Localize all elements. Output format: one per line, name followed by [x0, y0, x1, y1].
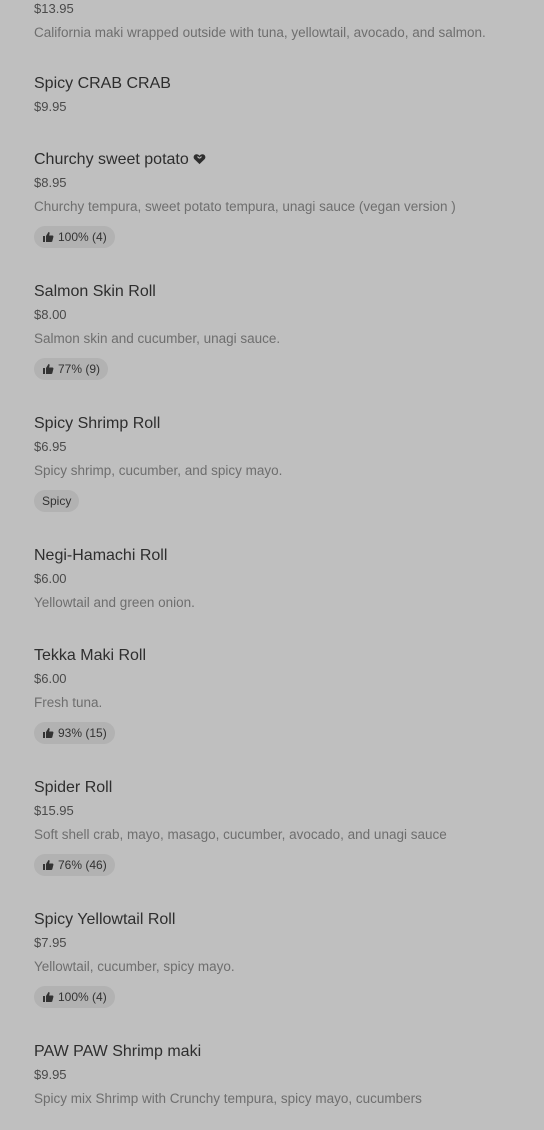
item-price: $7.95 [34, 935, 67, 950]
item-price: $6.00 [34, 671, 67, 686]
item-description: Salmon skin and cucumber, unagi sauce. [34, 331, 281, 346]
rating-text: 100% (4) [58, 990, 107, 1004]
item-price: $9.95 [34, 99, 67, 114]
item-name: Spider Roll [34, 779, 113, 796]
tag-text: Spicy [42, 494, 72, 508]
rating-text: 77% (9) [58, 362, 101, 376]
item-price: $13.95 [34, 1, 74, 16]
menu-item[interactable]: Spicy Yellowtail Roll $7.95 Yellowtail, … [34, 910, 524, 1008]
item-price: $8.95 [34, 175, 67, 190]
item-name: Spicy Shrimp Roll [34, 415, 161, 432]
menu-item[interactable]: $13.95 California maki wrapped outside w… [34, 0, 524, 42]
rating-text: 76% (46) [58, 858, 107, 872]
item-name: Spicy CRAB CRAB [34, 75, 171, 92]
item-description: Soft shell crab, mayo, masago, cucumber,… [34, 827, 447, 842]
item-description: Spicy shrimp, cucumber, and spicy mayo. [34, 463, 283, 478]
item-name: PAW PAW Shrimp maki [34, 1043, 202, 1060]
menu-item[interactable]: Churchy sweet potato $8.95 Churchy tempu… [34, 150, 524, 248]
rating-text: 100% (4) [58, 230, 107, 244]
item-price: $15.95 [34, 803, 74, 818]
rating-badge: 100% (4) [34, 226, 115, 248]
item-name-row: Churchy sweet potato [34, 150, 524, 170]
thumbs-up-icon [43, 232, 54, 242]
thumbs-up-icon [43, 992, 54, 1002]
rating-badge: 100% (4) [34, 986, 115, 1008]
rating-badge: 77% (9) [34, 358, 109, 380]
menu-item[interactable]: Spicy CRAB CRAB $9.95 [34, 74, 524, 116]
item-name: Tekka Maki Roll [34, 647, 147, 664]
rating-badge: 76% (46) [34, 854, 115, 876]
menu-item[interactable]: Tekka Maki Roll $6.00 Fresh tuna. 93% (1… [34, 646, 524, 744]
menu-item[interactable]: Spider Roll $15.95 Soft shell crab, mayo… [34, 778, 524, 876]
item-price: $8.00 [34, 307, 67, 322]
item-price: $9.95 [34, 1067, 67, 1082]
item-description: Yellowtail and green onion. [34, 595, 195, 610]
item-price: $6.95 [34, 439, 67, 454]
item-description: Spicy mix Shrimp with Crunchy tempura, s… [34, 1091, 422, 1106]
heart-icon [193, 154, 206, 165]
item-description: California maki wrapped outside with tun… [34, 25, 486, 40]
item-name: Salmon Skin Roll [34, 283, 156, 300]
item-name: Spicy Yellowtail Roll [34, 911, 176, 928]
menu-item[interactable]: Spicy Shrimp Roll $6.95 Spicy shrimp, cu… [34, 414, 524, 512]
rating-badge: 93% (15) [34, 722, 115, 744]
thumbs-up-icon [43, 860, 54, 870]
item-price: $6.00 [34, 571, 67, 586]
menu-item[interactable]: Negi-Hamachi Roll $6.00 Yellowtail and g… [34, 546, 524, 612]
item-description: Fresh tuna. [34, 695, 103, 710]
spicy-tag: Spicy [34, 490, 80, 512]
thumbs-up-icon [43, 728, 54, 738]
item-name: Churchy sweet potato [34, 151, 189, 168]
item-description: Churchy tempura, sweet potato tempura, u… [34, 199, 456, 214]
menu-item[interactable]: PAW PAW Shrimp maki $9.95 Spicy mix Shri… [34, 1042, 524, 1108]
item-description: Yellowtail, cucumber, spicy mayo. [34, 959, 235, 974]
rating-text: 93% (15) [58, 726, 107, 740]
item-name: Negi-Hamachi Roll [34, 547, 168, 564]
menu-item[interactable]: Salmon Skin Roll $8.00 Salmon skin and c… [34, 282, 524, 380]
thumbs-up-icon [43, 364, 54, 374]
